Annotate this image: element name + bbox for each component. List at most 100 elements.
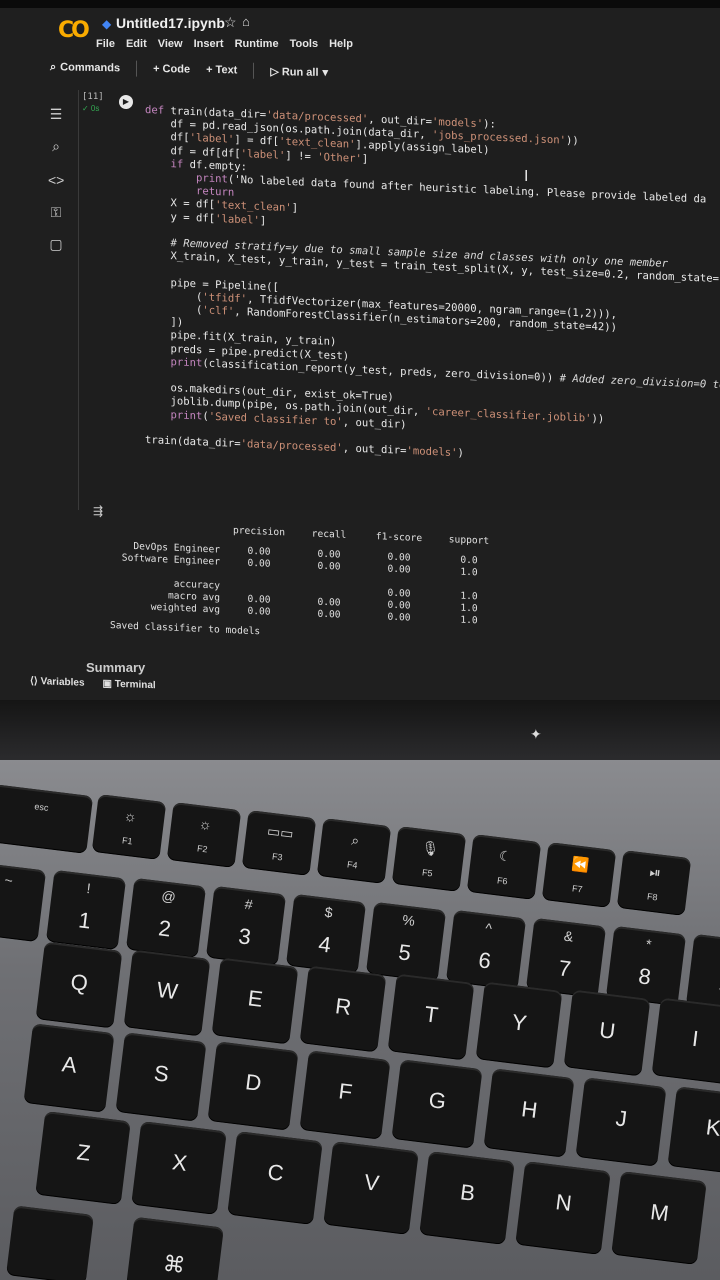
menu-help[interactable]: Help (329, 38, 353, 50)
key-v[interactable]: V (323, 1141, 419, 1235)
function-key-F2[interactable]: ☼ F2 (166, 802, 242, 868)
key-c[interactable]: C (227, 1131, 323, 1225)
variables-button[interactable]: ⟨⟩ Variables (30, 676, 85, 689)
drive-icon: ◆ (102, 17, 112, 31)
key-ctrl[interactable] (6, 1205, 94, 1280)
cloud-icon[interactable]: ⌂ (242, 14, 250, 29)
key-label: 1 (77, 907, 93, 934)
number-key-tilde[interactable]: ~ (0, 861, 47, 943)
key-m[interactable]: M (611, 1171, 707, 1265)
execution-count: [11] (82, 92, 104, 102)
number-key-4[interactable]: $4 (285, 893, 367, 975)
key-y[interactable]: Y (475, 981, 563, 1069)
key-d[interactable]: D (207, 1041, 299, 1131)
report-header-cell: f1-score (375, 531, 423, 545)
cell-output: precision recall f1-score support DevOps Eng… (110, 520, 670, 654)
star-icon[interactable]: ☆ (224, 14, 237, 31)
key-icon: ⏯ (648, 863, 662, 881)
key-q[interactable]: Q (35, 941, 123, 1029)
function-key-esc[interactable]: esc (0, 784, 94, 854)
chevron-down-icon[interactable]: ▾ (323, 65, 329, 78)
keyboard: esc ☼ F1 ☼ F2 ▭▭ F3 ⌕ F4 🎙 F5 ☾ F6 ⏪ F7 ⏯ F8 ~! 1 @2 #3 $4% 5 ^… (0, 760, 720, 1280)
key-j[interactable]: J (575, 1077, 667, 1167)
number-key-2[interactable]: @2 (125, 877, 207, 959)
code-editor[interactable]: def train(data_dir='data/processed', out… (145, 104, 720, 472)
menu-insert[interactable]: Insert (194, 38, 224, 50)
function-key-F7[interactable]: ⏪ F7 (541, 842, 617, 908)
secrets-key-icon[interactable]: ⚿ (48, 204, 64, 220)
menu-view[interactable]: View (158, 38, 183, 50)
laptop-screen: CO ◆ Untitled17.ipynb ☆ ⌂ File Edit View… (0, 0, 720, 700)
key-s[interactable]: S (115, 1032, 207, 1122)
colab-logo[interactable]: CO (58, 18, 90, 43)
key-h[interactable]: H (483, 1068, 575, 1158)
function-key-F8[interactable]: ⏯ F8 (616, 850, 692, 916)
menu-edit[interactable]: Edit (126, 38, 147, 50)
key-label: 3 (237, 923, 253, 950)
function-key-F6[interactable]: ☾ F6 (466, 834, 542, 900)
key-icon: 🎙 (420, 839, 441, 858)
key-icon: ☾ (498, 847, 513, 865)
key-g[interactable]: G (391, 1059, 483, 1149)
screen-bezel (0, 0, 720, 8)
key-k[interactable]: K (667, 1086, 720, 1176)
key-t[interactable]: T (387, 973, 475, 1061)
run-all-button[interactable]: ▷ Run all ▾ (270, 64, 328, 78)
key-label: 4 (317, 931, 333, 958)
key-label: 2 (157, 915, 173, 942)
key-e[interactable]: E (211, 957, 299, 1045)
key-label: Q (69, 969, 90, 996)
number-key-7[interactable]: & 7 (525, 917, 607, 999)
output-actions-icon[interactable]: ⇶ (93, 504, 103, 518)
key-label: U (597, 1017, 617, 1044)
key-label: A (60, 1051, 79, 1078)
key-label: V (362, 1169, 381, 1196)
number-key-5[interactable]: % 5 (365, 901, 447, 983)
menu-runtime[interactable]: Runtime (235, 38, 279, 50)
toolbar-divider (253, 62, 255, 79)
key-label: 5 (397, 939, 413, 966)
run-cell-button[interactable]: ▶ (119, 95, 133, 109)
terminal-button[interactable]: ▣ Terminal (103, 678, 156, 691)
menu-tools[interactable]: Tools (290, 38, 319, 50)
number-key-1[interactable]: ! 1 (45, 869, 127, 951)
key-a[interactable]: A (23, 1023, 115, 1113)
notebook-title[interactable]: Untitled17.ipynb (116, 15, 225, 31)
key-label: R (333, 993, 353, 1020)
find-replace-icon[interactable]: ⌕ (48, 138, 64, 154)
add-code-button[interactable]: + Code (153, 63, 190, 76)
key-f[interactable]: F (299, 1050, 391, 1140)
function-key-F4[interactable]: ⌕ F4 (316, 818, 392, 884)
table-of-contents-icon[interactable]: ☰ (48, 106, 64, 122)
key-z[interactable]: Z (35, 1111, 131, 1205)
key-u[interactable]: U (563, 989, 651, 1077)
add-text-button[interactable]: + Text (206, 64, 237, 77)
menu-file[interactable]: File (96, 38, 115, 50)
key-i[interactable]: I (651, 997, 720, 1085)
key-icon: ☼ (122, 807, 138, 825)
key-n[interactable]: N (515, 1161, 611, 1255)
number-key-6[interactable]: ^ 6 (445, 909, 527, 991)
key-label: ( (692, 940, 720, 965)
toolbar: ⌕ Commands + Code + Text ▷ Run all ▾ (50, 56, 720, 90)
key-w[interactable]: W (123, 949, 211, 1037)
number-key-3[interactable]: #3 (205, 885, 287, 967)
code-snippets-icon[interactable]: <> (48, 172, 64, 188)
function-key-F3[interactable]: ▭▭ F3 (241, 810, 317, 876)
function-key-F1[interactable]: ☼ F1 (91, 794, 167, 860)
key-x[interactable]: X (131, 1121, 227, 1215)
key-label: 8 (637, 963, 653, 990)
function-key-F5[interactable]: 🎙 F5 (391, 826, 467, 892)
colab-header: CO ◆ Untitled17.ipynb ☆ ⌂ File Edit View… (50, 10, 720, 60)
key-label: ~ (3, 871, 14, 889)
key-r[interactable]: R (299, 965, 387, 1053)
key-label: & (563, 927, 575, 945)
key-label: F (337, 1078, 354, 1105)
commands-button[interactable]: ⌕ Commands (50, 61, 120, 75)
left-sidebar: ☰ ⌕ <> ⚿ ▢ (0, 92, 68, 672)
key-b[interactable]: B (419, 1151, 515, 1245)
key-label: esc (33, 801, 50, 813)
key-command[interactable]: ⌘ (126, 1216, 224, 1280)
text-cursor-icon: I (524, 168, 529, 185)
files-folder-icon[interactable]: ▢ (48, 236, 64, 252)
